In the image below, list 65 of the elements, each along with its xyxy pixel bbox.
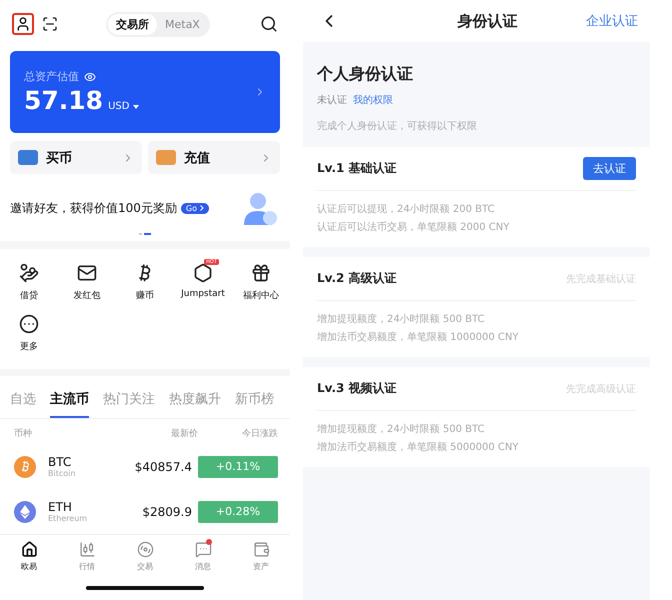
shortcut-item[interactable]: 福利中心: [232, 262, 290, 302]
segment-tab[interactable]: 交易所: [108, 14, 157, 35]
permission-line: 认证后可以提现，24小时限额 200 BTC: [317, 202, 496, 217]
asset-card[interactable]: 总资产估值 57.18 USD: [10, 51, 280, 134]
nav-tab[interactable]: 消息: [174, 541, 232, 572]
coin-symbol: BTC: [48, 455, 72, 470]
level-title: Lv.3 视频认证: [317, 380, 398, 397]
permission-line: 增加法币交易额度，单笔限额 1000000 CNY: [317, 330, 520, 345]
coin-symbol: ETH: [48, 500, 73, 514]
invite-text: 邀请好友，获得价值100元奖励: [10, 200, 177, 218]
hexagon-icon: [193, 262, 213, 283]
currency-selector[interactable]: USD: [108, 101, 139, 112]
candlestick-icon: [78, 541, 96, 558]
hand-coins-icon: [19, 262, 39, 283]
status-text: 未认证: [317, 94, 347, 107]
home-icon: [20, 541, 38, 558]
envelope-icon: [77, 262, 97, 283]
disc-icon: [136, 541, 154, 558]
scan-icon[interactable]: [42, 16, 58, 32]
chevron-right-icon: [200, 205, 204, 212]
permission-line: 认证后可以法币交易，单笔限额 2000 CNY: [317, 220, 510, 235]
verify-button[interactable]: 去认证: [583, 157, 636, 180]
coin-name: Bitcoin: [48, 469, 76, 478]
change-tag: +0.28%: [198, 500, 278, 523]
asset-label: 总资产估值: [24, 69, 79, 84]
column-header: 币种: [14, 428, 33, 440]
column-header: 最新价: [170, 428, 198, 440]
quick-action-button[interactable]: 买币: [10, 141, 142, 174]
column-header: 今日涨跌: [241, 428, 278, 440]
gift-icon: [251, 262, 271, 283]
search-icon[interactable]: [260, 15, 278, 34]
nav-tab[interactable]: 行情: [58, 541, 116, 572]
asset-value: 57.18: [24, 86, 104, 116]
section-title: 个人身份认证: [317, 64, 414, 85]
go-button[interactable]: Go: [180, 203, 209, 214]
market-tab[interactable]: 主流币: [50, 386, 89, 418]
shortcut-item[interactable]: 赚币: [116, 262, 174, 302]
bitcoin-icon: [14, 456, 36, 478]
coin-price: $40857.4: [134, 460, 193, 474]
coin-price: $2809.9: [141, 504, 193, 519]
permission-line: 增加法币交易额度，单笔限额 5000000 CNY: [317, 440, 520, 455]
shortcut-item[interactable]: 借贷: [0, 262, 58, 302]
enterprise-link[interactable]: 企业认证: [586, 12, 638, 30]
coin-name: Ethereum: [48, 514, 88, 524]
nav-tab[interactable]: 资产: [232, 541, 290, 572]
permission-line: 增加提现额度，24小时限额 500 BTC: [317, 422, 486, 437]
nav-tab[interactable]: 欧易: [0, 541, 58, 572]
permissions-link[interactable]: 我的权限: [353, 93, 393, 107]
shortcut-item[interactable]: 发红包: [58, 262, 116, 302]
page-title: 身份认证: [456, 12, 518, 30]
segment-tab[interactable]: MetaX: [157, 14, 208, 35]
caret-icon: [132, 105, 139, 110]
permission-line: 增加提现额度，24小时限额 500 BTC: [317, 312, 486, 327]
quick-action-button[interactable]: 充值: [148, 141, 280, 174]
more-icon: [19, 314, 39, 334]
intro-note: 完成个人身份认证，可获得以下权限: [317, 120, 478, 133]
change-tag: +0.11%: [198, 456, 278, 478]
level-title: Lv.1 基础认证: [317, 160, 398, 177]
shortcut-item[interactable]: 更多: [0, 314, 58, 353]
user-icon: [15, 16, 31, 32]
nav-tab[interactable]: 交易: [116, 541, 174, 572]
profile-button[interactable]: [12, 13, 34, 36]
eye-icon[interactable]: [84, 70, 96, 83]
level-title: Lv.2 高级认证: [317, 270, 398, 287]
message-icon: [194, 541, 212, 558]
